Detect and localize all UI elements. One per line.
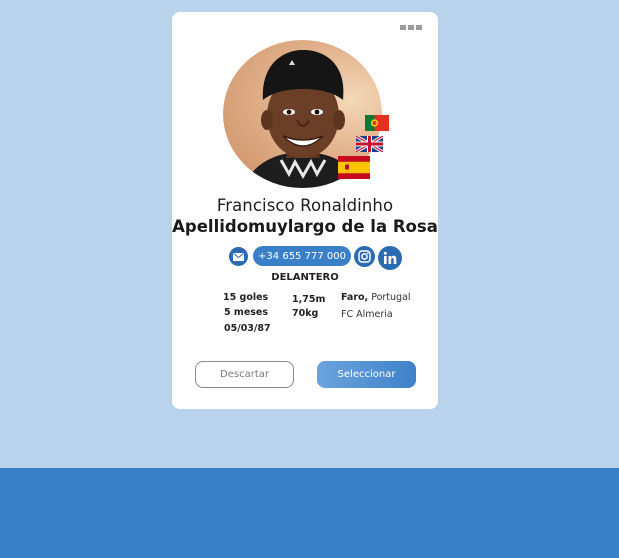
united-kingdom-flag xyxy=(356,136,383,152)
contact-row: +34 655 777 000 xyxy=(228,245,408,271)
player-last-name: Apellidomuylargo de la Rosa xyxy=(172,217,438,236)
spain-flag xyxy=(338,156,370,179)
goals-stat: 15 goles xyxy=(223,292,269,303)
portugal-flag xyxy=(365,115,389,131)
discard-button[interactable]: Descartar xyxy=(195,361,294,388)
select-button[interactable]: Seleccionar xyxy=(317,361,416,388)
city-label: Faro, xyxy=(341,292,369,303)
phone-button[interactable]: +34 655 777 000 xyxy=(253,246,351,266)
player-position: DELANTERO xyxy=(271,272,339,283)
height-stat: 1,75m xyxy=(292,294,326,305)
weight-stat: 70kg xyxy=(292,308,319,319)
player-first-name: Francisco Ronaldinho xyxy=(216,196,394,215)
player-card: Francisco Ronaldinho Apellidomuylargo de… xyxy=(172,12,438,409)
months-stat: 5 meses xyxy=(224,307,269,318)
club-stat: FC Almeria xyxy=(341,309,393,320)
location-stat: Faro, Portugal xyxy=(341,292,411,303)
instagram-icon[interactable] xyxy=(354,246,375,267)
country-label: Portugal xyxy=(371,292,411,303)
birthdate-stat: 05/03/87 xyxy=(224,323,271,334)
bottom-band xyxy=(0,468,619,558)
mail-icon[interactable] xyxy=(229,247,248,266)
more-dots-icon[interactable] xyxy=(400,25,422,30)
linkedin-icon[interactable] xyxy=(378,246,402,270)
